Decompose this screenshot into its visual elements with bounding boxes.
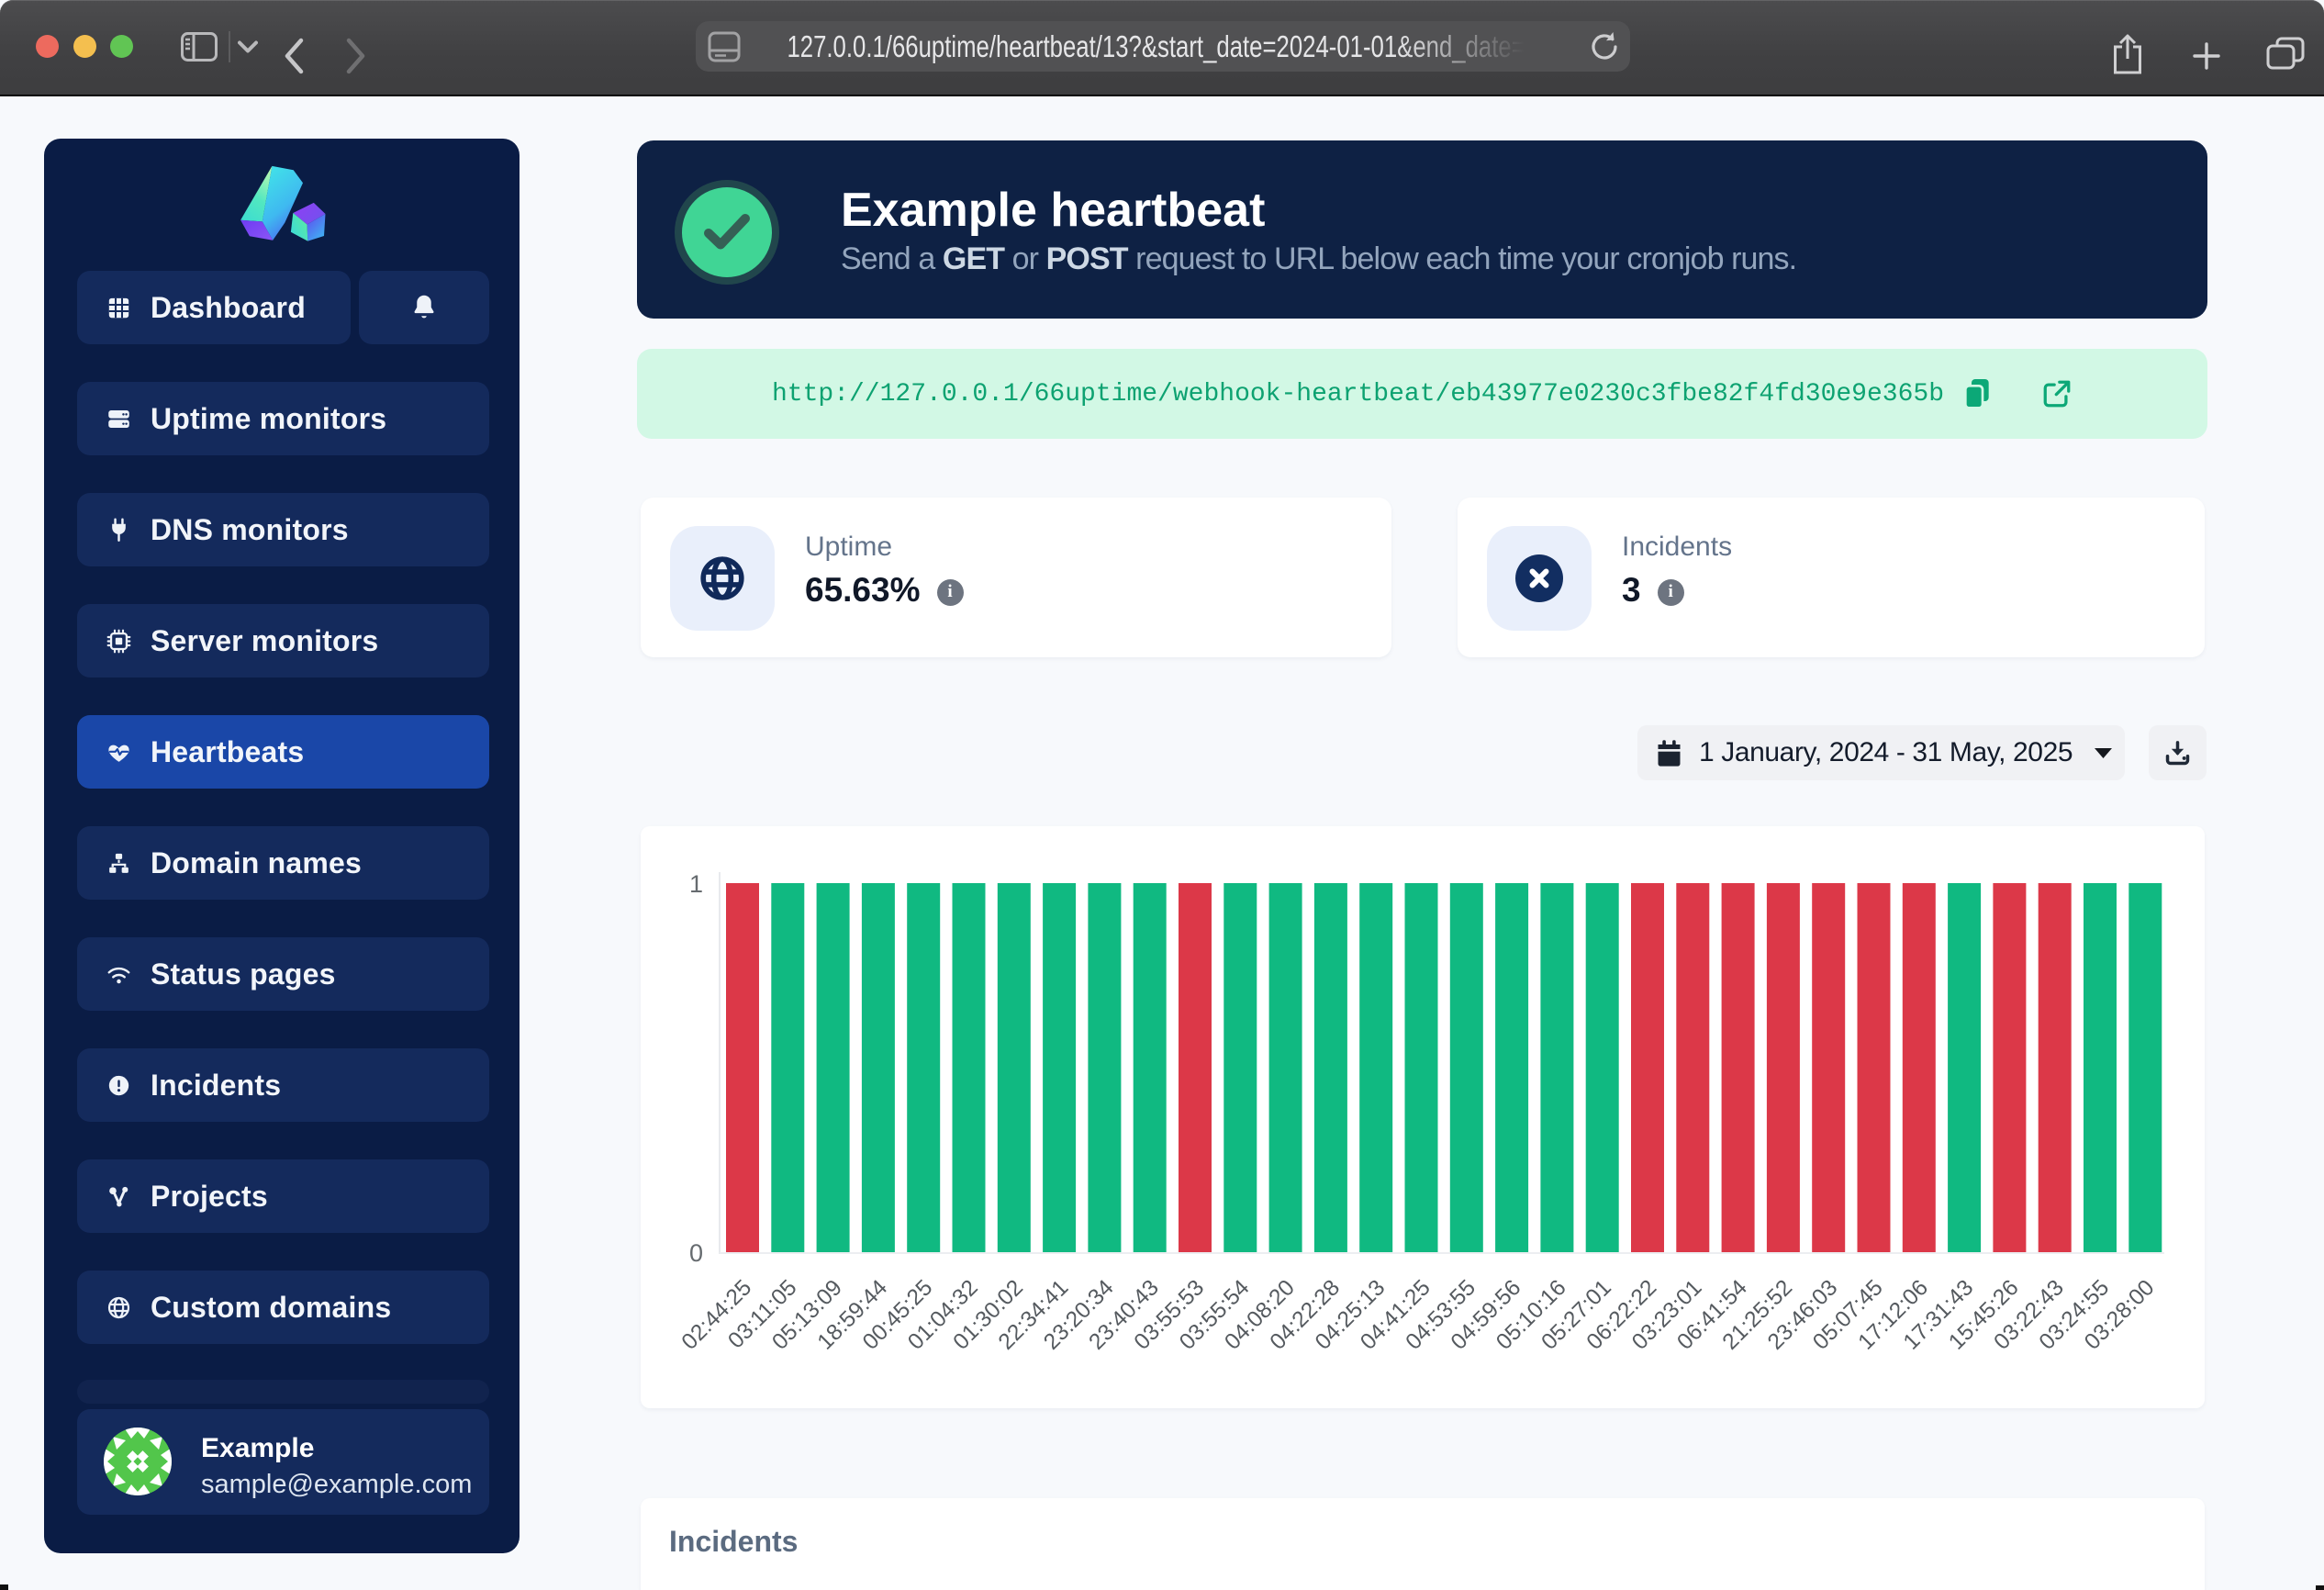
svg-text:1: 1: [689, 870, 703, 898]
svg-text:0: 0: [689, 1239, 703, 1267]
